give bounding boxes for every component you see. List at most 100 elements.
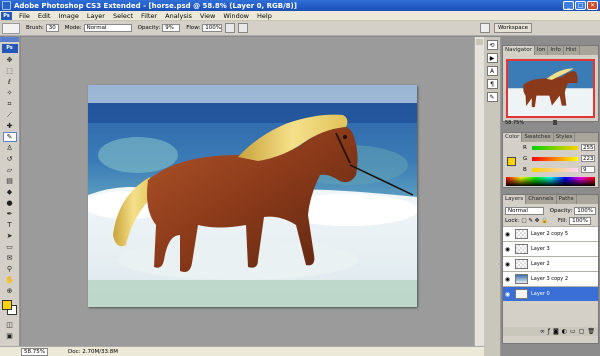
fill-field[interactable]: 100%	[569, 217, 591, 225]
gradient-tool-icon[interactable]: ▤	[3, 176, 17, 186]
history-brush-tool-icon[interactable]: ↺	[3, 154, 17, 164]
layer-style-icon[interactable]: ƒ	[548, 328, 550, 335]
quick-mask-icon[interactable]: ◫	[3, 320, 17, 330]
menu-layer[interactable]: Layer	[83, 12, 109, 20]
green-slider[interactable]	[532, 156, 578, 161]
flow-field[interactable]: 100%	[202, 24, 223, 32]
lasso-tool-icon[interactable]: ℓ	[3, 77, 17, 87]
layer-opacity-field[interactable]: 100%	[574, 207, 596, 215]
brush-tool-icon[interactable]: ✎	[2, 132, 17, 142]
clone-stamp-tool-icon[interactable]: ♙	[3, 143, 17, 153]
tools-panel-header[interactable]	[0, 37, 19, 42]
visibility-eye-icon[interactable]: ◉	[503, 276, 512, 283]
tab-color[interactable]: Color	[503, 133, 523, 142]
tab-styles[interactable]: Styles	[554, 133, 576, 142]
green-value-field[interactable]: 223	[581, 155, 595, 162]
foreground-color-swatch[interactable]	[1, 300, 12, 310]
mode-select[interactable]: Normal	[83, 24, 132, 32]
layer-row[interactable]: ◉ Layer 3	[503, 241, 598, 256]
menu-filter[interactable]: Filter	[137, 12, 161, 20]
canvas-workspace[interactable]	[21, 37, 484, 346]
tab-navigator[interactable]: Navigator	[503, 46, 535, 55]
layer-row-selected[interactable]: ◉ Layer 0	[503, 286, 598, 301]
blur-tool-icon[interactable]: ◆	[3, 187, 17, 197]
tab-info[interactable]: Info	[548, 46, 564, 55]
tab-layers[interactable]: Layers	[503, 195, 527, 204]
menu-help[interactable]: Help	[253, 12, 276, 20]
navigator-preview[interactable]	[506, 59, 595, 118]
layer-row[interactable]: ◉ Layer 2 copy 5	[503, 226, 598, 241]
palette-well-icon[interactable]	[480, 23, 490, 33]
slice-tool-icon[interactable]: ⟋	[3, 110, 17, 120]
navigator-zoom-slider[interactable]	[527, 120, 593, 125]
menu-select[interactable]: Select	[109, 12, 137, 20]
opacity-field[interactable]: 9%	[162, 24, 181, 32]
notes-tool-icon[interactable]: ✉	[3, 253, 17, 263]
type-tool-icon[interactable]: T	[3, 220, 17, 230]
tool-presets-icon[interactable]: ✎	[486, 92, 498, 102]
navigator-zoom-field[interactable]: 58.75%	[505, 120, 524, 126]
dodge-tool-icon[interactable]: ●	[3, 198, 17, 208]
maximize-button[interactable]: □	[575, 1, 586, 10]
path-select-tool-icon[interactable]: ➤	[3, 231, 17, 241]
healing-tool-icon[interactable]: ✚	[3, 121, 17, 131]
character-panel-icon[interactable]: A	[486, 66, 498, 76]
color-spectrum-ramp[interactable]	[506, 177, 595, 186]
visibility-eye-icon[interactable]: ◉	[503, 246, 512, 253]
layer-row[interactable]: ◉ Layer 3 copy 2	[503, 271, 598, 286]
close-button[interactable]: ✕	[587, 1, 598, 10]
scroll-up-button[interactable]	[476, 39, 483, 45]
actions-panel-icon[interactable]: ▶	[486, 53, 498, 63]
lock-icons[interactable]: ▢ ✎ ✥ 🔒	[521, 218, 548, 224]
vertical-scrollbar[interactable]	[474, 37, 484, 346]
red-slider[interactable]	[532, 145, 578, 150]
layer-mask-icon[interactable]: ◙	[553, 328, 559, 335]
tool-preset-picker[interactable]	[2, 22, 20, 34]
visibility-eye-icon[interactable]: ◉	[503, 231, 512, 238]
history-panel-icon[interactable]: ⟲	[486, 40, 498, 50]
move-tool-icon[interactable]: ✥	[3, 55, 17, 65]
workspace-menu[interactable]: Workspace	[493, 23, 532, 33]
slider-knob[interactable]	[553, 120, 558, 125]
shape-tool-icon[interactable]: ▭	[3, 242, 17, 252]
menu-file[interactable]: File	[15, 12, 34, 20]
menu-window[interactable]: Window	[219, 12, 253, 20]
document-canvas[interactable]	[88, 85, 417, 307]
visibility-eye-icon[interactable]: ◉	[503, 291, 512, 298]
blue-value-field[interactable]: 9	[581, 166, 595, 173]
delete-layer-icon[interactable]: 🗑	[587, 328, 595, 335]
new-layer-icon[interactable]: ▢	[579, 328, 585, 335]
zoom-field[interactable]: 58.75%	[21, 347, 48, 356]
tab-paths[interactable]: Paths	[557, 195, 577, 204]
hand-tool-icon[interactable]: ✋	[3, 275, 17, 285]
eraser-tool-icon[interactable]: ▱	[3, 165, 17, 175]
menu-analysis[interactable]: Analysis	[161, 12, 196, 20]
tab-swatches[interactable]: Swatches	[522, 133, 554, 142]
airbrush-icon[interactable]	[225, 23, 236, 33]
color-swatches[interactable]	[1, 299, 19, 317]
adjustment-layer-icon[interactable]: ◐	[562, 328, 567, 335]
brush-size-picker[interactable]: 30	[45, 24, 59, 32]
paragraph-panel-icon[interactable]: ¶	[486, 79, 498, 89]
tab-ion[interactable]: Ion	[535, 46, 549, 55]
tab-channels[interactable]: Channels	[526, 195, 557, 204]
screen-mode-icon[interactable]: ▣	[3, 331, 17, 341]
blend-mode-select[interactable]: Normal	[505, 207, 544, 215]
crop-tool-icon[interactable]: ⌗	[3, 99, 17, 109]
pen-tool-icon[interactable]: ✒	[3, 209, 17, 219]
link-layers-icon[interactable]: ∞	[540, 328, 545, 335]
red-value-field[interactable]: 255	[581, 144, 595, 151]
zoom-tool-icon[interactable]: ⊕	[3, 286, 17, 296]
menu-edit[interactable]: Edit	[34, 12, 55, 20]
minimize-button[interactable]: _	[563, 1, 574, 10]
tab-hist[interactable]: Hist	[564, 46, 580, 55]
magic-wand-tool-icon[interactable]: ✧	[3, 88, 17, 98]
blue-slider[interactable]	[532, 167, 578, 172]
eyedropper-tool-icon[interactable]: ⚲	[3, 264, 17, 274]
menu-image[interactable]: Image	[54, 12, 82, 20]
new-group-icon[interactable]: ▭	[570, 328, 576, 335]
layer-row[interactable]: ◉ Layer 2	[503, 256, 598, 271]
marquee-tool-icon[interactable]: ⬚	[3, 66, 17, 76]
menu-view[interactable]: View	[196, 12, 219, 20]
brushes-panel-icon[interactable]	[238, 23, 249, 33]
